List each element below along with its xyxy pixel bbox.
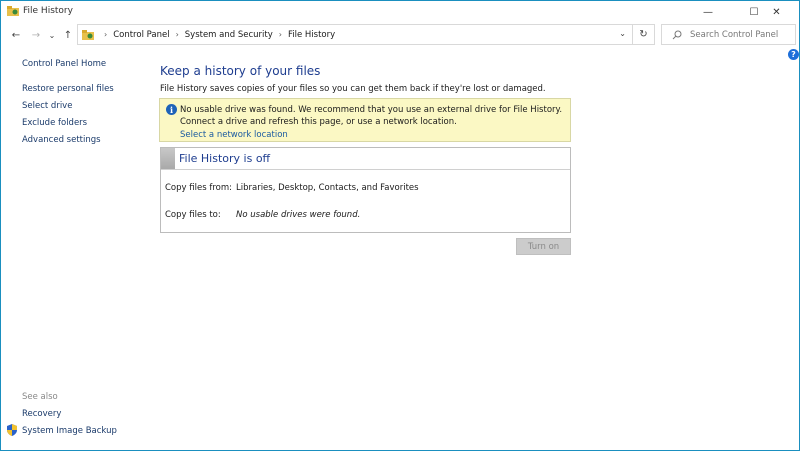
address-bar[interactable]: › Control Panel › System and Security › … <box>77 24 633 45</box>
control-panel-home-link[interactable]: Control Panel Home <box>22 59 106 69</box>
forward-button[interactable]: → <box>29 27 43 43</box>
warning-message: No usable drive was found. We recommend … <box>180 105 563 127</box>
search-box[interactable] <box>661 24 796 45</box>
search-icon <box>672 30 682 39</box>
window-title: File History <box>23 6 73 16</box>
copy-to-value: No usable drives were found. <box>236 210 361 220</box>
control-panel-icon <box>82 30 94 40</box>
copy-from-value: Libraries, Desktop, Contacts, and Favori… <box>236 183 419 193</box>
left-pane: Control Panel Home Restore personal file… <box>1 47 151 451</box>
select-network-location-link[interactable]: Select a network location <box>180 130 288 140</box>
system-image-backup-link[interactable]: System Image Backup <box>22 426 117 436</box>
restore-personal-files-link[interactable]: Restore personal files <box>22 84 114 94</box>
see-also-label: See also <box>22 392 58 402</box>
exclude-folders-link[interactable]: Exclude folders <box>22 118 87 128</box>
status-title: File History is off <box>179 152 271 165</box>
breadcrumb-separator: › <box>175 30 179 39</box>
shield-icon <box>7 424 17 436</box>
page-title: Keep a history of your files <box>160 64 321 78</box>
minimize-button[interactable]: — <box>685 1 731 23</box>
file-history-window: File History — ☐ ✕ ← → ⌄ ↑ › Control Pan… <box>0 0 800 451</box>
no-drive-warning-banner: i No usable drive was found. We recommen… <box>159 98 571 142</box>
breadcrumb-separator: › <box>278 30 282 39</box>
copy-to-label: Copy files to: <box>165 210 221 220</box>
breadcrumb-separator: › <box>104 30 108 39</box>
refresh-button[interactable]: ↻ <box>633 24 655 45</box>
close-button[interactable]: ✕ <box>754 1 799 23</box>
up-button[interactable]: ↑ <box>61 27 75 43</box>
back-button[interactable]: ← <box>9 27 23 43</box>
copy-from-label: Copy files from: <box>165 183 232 193</box>
breadcrumb-system-and-security[interactable]: System and Security <box>185 30 273 40</box>
file-history-status-panel: File History is off Copy files from: Lib… <box>160 147 571 233</box>
status-indicator-bar <box>161 148 175 169</box>
help-icon[interactable]: ? <box>788 49 799 60</box>
address-dropdown-icon[interactable]: ⌄ <box>619 29 626 38</box>
navigation-bar: ← → ⌄ ↑ › Control Panel › System and Sec… <box>1 23 799 47</box>
select-drive-link[interactable]: Select drive <box>22 101 72 111</box>
breadcrumb-control-panel[interactable]: Control Panel <box>113 30 169 40</box>
turn-on-button[interactable]: Turn on <box>516 238 571 255</box>
recent-locations-button[interactable]: ⌄ <box>45 27 59 43</box>
search-input[interactable] <box>690 29 790 40</box>
recovery-link[interactable]: Recovery <box>22 409 61 419</box>
breadcrumb-file-history[interactable]: File History <box>288 30 335 40</box>
title-bar: File History — ☐ ✕ <box>1 1 799 23</box>
info-icon: i <box>166 104 177 115</box>
advanced-settings-link[interactable]: Advanced settings <box>22 135 101 145</box>
status-header: File History is off <box>161 148 570 170</box>
page-description: File History saves copies of your files … <box>160 84 546 94</box>
file-history-app-icon <box>7 6 19 16</box>
